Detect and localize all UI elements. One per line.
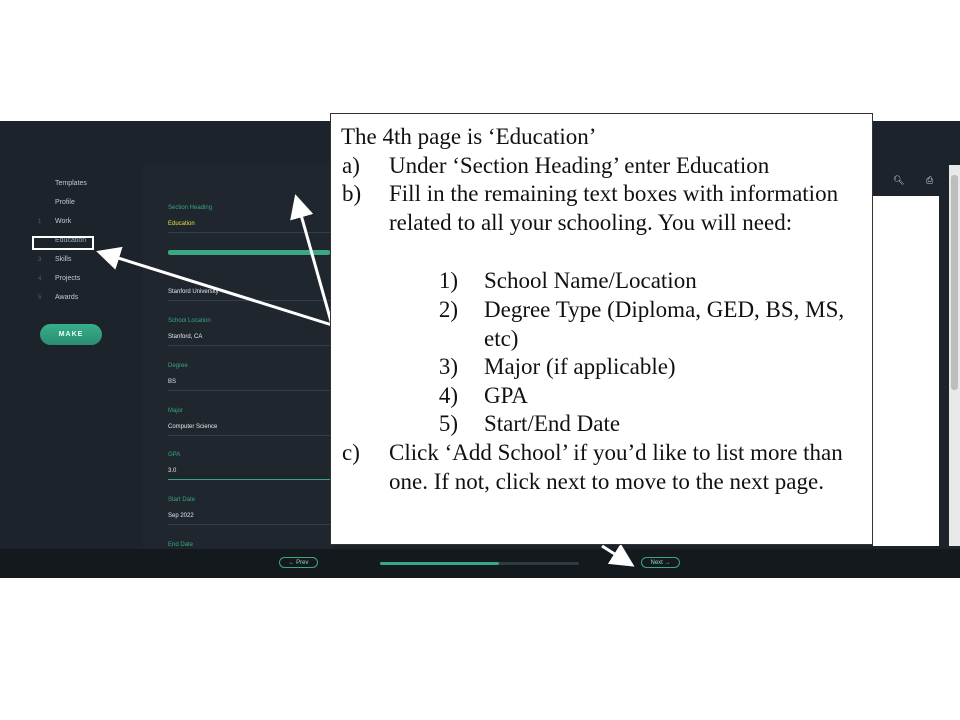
need-number: 4) xyxy=(438,383,458,408)
need-text: GPA xyxy=(484,383,528,408)
need-number: 3) xyxy=(438,354,458,379)
need-number: 2) xyxy=(438,297,458,322)
callout-intro: The 4th page is ‘Education’ xyxy=(341,124,597,149)
need-number: 5) xyxy=(438,411,458,436)
need-text: School Name/Location xyxy=(484,268,697,293)
step-marker: a) xyxy=(342,153,360,178)
arrow-to-form-title xyxy=(290,194,334,326)
need-text: Start/End Date xyxy=(484,411,621,436)
arrow-to-next xyxy=(601,543,635,567)
step-marker: c) xyxy=(342,440,360,465)
step-marker: b) xyxy=(342,181,362,206)
instruction-callout: The 4th page is ‘Education’ a) Under ‘Se… xyxy=(330,113,873,545)
need-text: Degree Type (Diploma, GED, BS, MS, etc) xyxy=(484,297,845,351)
arrow-to-education xyxy=(96,246,333,327)
need-text: Major (if applicable) xyxy=(484,354,676,379)
step-text: Click ‘Add School’ if you’d like to list… xyxy=(389,440,843,494)
step-text: Fill in the remaining text boxes with in… xyxy=(389,181,839,235)
need-number: 1) xyxy=(438,268,458,293)
step-text: Under ‘Section Heading’ enter Education xyxy=(389,153,770,178)
